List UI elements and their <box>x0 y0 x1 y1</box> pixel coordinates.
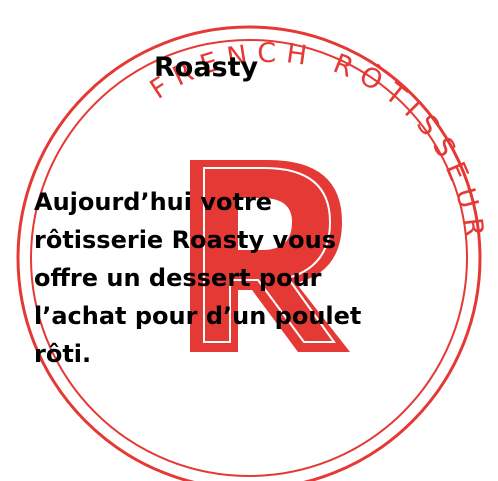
brand-title: Roasty <box>154 52 259 83</box>
promo-message: Aujourd’hui votre rôtisserie Roasty vous… <box>34 188 362 368</box>
